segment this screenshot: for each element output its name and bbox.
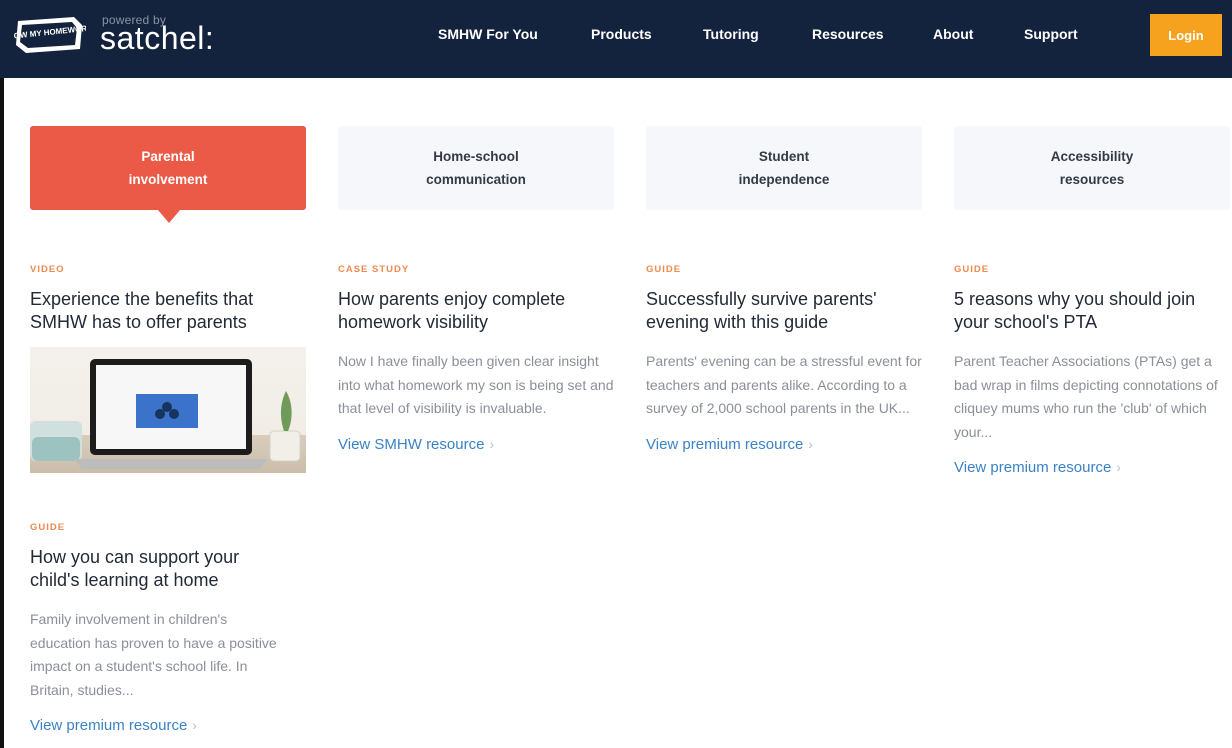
card-description: Parent Teacher Associations (PTAs) get a… (954, 353, 1218, 440)
show-my-homework-badge-logo[interactable]: SHOW MY HOMEWORK (14, 15, 86, 55)
chevron-right-icon: › (808, 435, 813, 452)
login-button[interactable]: Login (1150, 14, 1222, 56)
link-label: View premium resource (646, 435, 804, 453)
nav-support[interactable]: Support (1024, 26, 1078, 42)
tab-label: Parental involvement (128, 149, 208, 187)
link-label: View SMHW resource (338, 435, 485, 453)
chevron-right-icon: › (1116, 459, 1121, 475)
resource-card: GUIDE 5 reasons why you should join your… (954, 264, 1232, 476)
card-title[interactable]: How parents enjoy complete homework visi… (338, 288, 620, 334)
view-resource-link[interactable]: View SMHW resource › (338, 436, 620, 453)
card-kicker: GUIDE (30, 522, 66, 533)
resource-card: GUIDE Successfully survive parents' even… (646, 264, 928, 453)
view-resource-link[interactable]: View premium resource › (954, 459, 1232, 476)
card-kicker: VIDEO (30, 264, 65, 275)
resource-card: VIDEO Experience the benefits that SMHW … (30, 264, 312, 473)
resource-card: CASE STUDY How parents enjoy complete ho… (338, 264, 620, 453)
card-description: Parents' evening can be a stressful even… (646, 353, 922, 416)
card-title[interactable]: Successfully survive parents' evening wi… (646, 288, 928, 334)
nav-products[interactable]: Products (591, 26, 652, 42)
site-header: SHOW MY HOMEWORK powered by satchel: SMH… (0, 0, 1232, 78)
active-tab-pointer (158, 210, 180, 223)
resources-content: Parental involvement Home-school communi… (4, 78, 1232, 748)
card-description: Now I have finally been given clear insi… (338, 353, 614, 416)
tab-label: Student independence (738, 149, 830, 187)
card-title[interactable]: Experience the benefits that SMHW has to… (30, 288, 312, 334)
nav-tutoring[interactable]: Tutoring (703, 26, 759, 42)
tab-label: Home-school communication (426, 149, 526, 187)
tab-accessibility-resources[interactable]: Accessibility resources (954, 126, 1230, 210)
chevron-right-icon: › (489, 435, 495, 452)
link-label: View premium resource (30, 717, 188, 734)
card-kicker: GUIDE (646, 264, 682, 275)
card-kicker: GUIDE (954, 264, 990, 275)
link-label: View premium resource (954, 459, 1112, 476)
nav-about[interactable]: About (933, 26, 973, 42)
resource-card: GUIDE How you can support your child's l… (30, 522, 290, 734)
chevron-right-icon: › (192, 717, 197, 733)
card-description: Family involvement in children's educati… (30, 611, 277, 698)
satchel-brand-logo[interactable]: satchel: (100, 20, 214, 57)
tab-student-independence[interactable]: Student independence (646, 126, 922, 210)
nav-smhw-for-you[interactable]: SMHW For You (438, 26, 538, 42)
nav-resources[interactable]: Resources (812, 26, 884, 42)
view-resource-link[interactable]: View premium resource › (646, 436, 928, 453)
play-glyph (155, 402, 179, 419)
view-resource-link[interactable]: View premium resource › (30, 717, 290, 734)
card-title[interactable]: How you can support your child's learnin… (30, 546, 290, 592)
tab-label: Accessibility resources (1050, 149, 1134, 187)
play-icon[interactable] (136, 394, 198, 428)
card-kicker: CASE STUDY (338, 264, 410, 275)
card-title[interactable]: 5 reasons why you should join your schoo… (954, 288, 1232, 334)
tab-home-school-communication[interactable]: Home-school communication (338, 126, 614, 210)
video-thumbnail[interactable] (30, 347, 306, 473)
tab-parental-involvement[interactable]: Parental involvement (30, 126, 306, 210)
